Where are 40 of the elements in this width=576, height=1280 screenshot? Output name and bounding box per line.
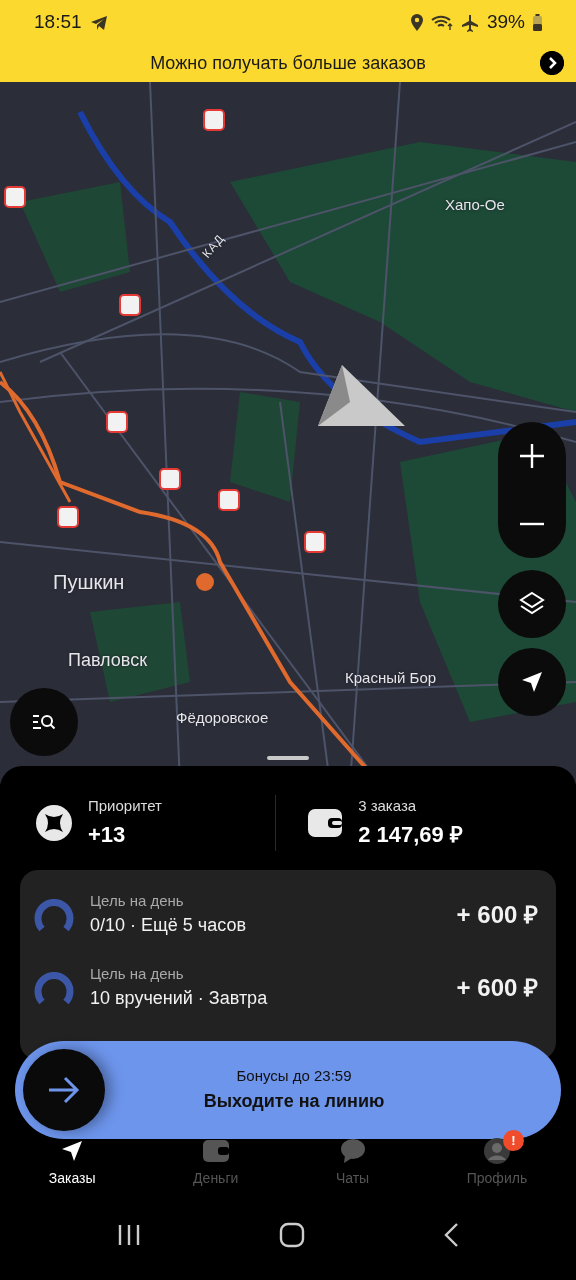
battery-percent: 39% — [486, 10, 525, 35]
wallet-icon — [308, 809, 343, 837]
stat-label: 3 заказа — [358, 796, 418, 817]
plus-icon — [519, 443, 545, 469]
recent-apps-icon[interactable] — [117, 1222, 141, 1247]
minus-icon — [519, 522, 545, 526]
place-label: Красный Бор — [345, 668, 437, 688]
goal-progress: 0/10 · Ещё 5 часов — [90, 914, 248, 938]
back-icon[interactable] — [443, 1221, 459, 1248]
arrow-right-icon — [47, 1076, 81, 1104]
goal-reward: + 600 ₽ — [456, 899, 538, 930]
priority-badge-icon — [36, 805, 72, 841]
list-search-icon — [31, 712, 57, 732]
navigation-arrow-icon — [521, 671, 543, 693]
place-label: Фёдоровское — [176, 708, 269, 728]
place-label: Пушкин — [53, 570, 125, 595]
airplane-icon — [460, 13, 479, 32]
location-pin-icon — [410, 14, 423, 31]
place-label: Павловск — [68, 649, 148, 672]
goal-title: Цель на день — [90, 890, 185, 911]
stat-value: +13 — [88, 820, 127, 849]
home-icon[interactable] — [279, 1221, 305, 1248]
layers-icon — [519, 591, 545, 617]
stat-value: 2 147,69 ₽ — [358, 820, 463, 849]
navigation-arrow-icon — [61, 1140, 84, 1162]
wifi-icon — [430, 14, 453, 31]
battery-icon — [533, 14, 542, 31]
avatar-icon — [483, 1138, 510, 1164]
chat-bubble-icon — [339, 1139, 366, 1163]
wallet-icon — [202, 1140, 229, 1162]
slider-thumb[interactable] — [23, 1049, 105, 1131]
chevron-right-icon[interactable] — [540, 51, 564, 75]
goal-reward: + 600 ₽ — [456, 972, 538, 1003]
banner-text[interactable]: Можно получать больше заказов — [150, 50, 426, 77]
goal-progress: 10 вручений · Завтра — [90, 987, 269, 1011]
clock-time: 18:51 — [34, 10, 82, 35]
goal-title: Цель на день — [90, 963, 185, 984]
stat-label: Приоритет — [88, 796, 162, 817]
place-label: Хапо-Ое — [445, 195, 505, 215]
paper-plane-icon — [89, 14, 108, 31]
